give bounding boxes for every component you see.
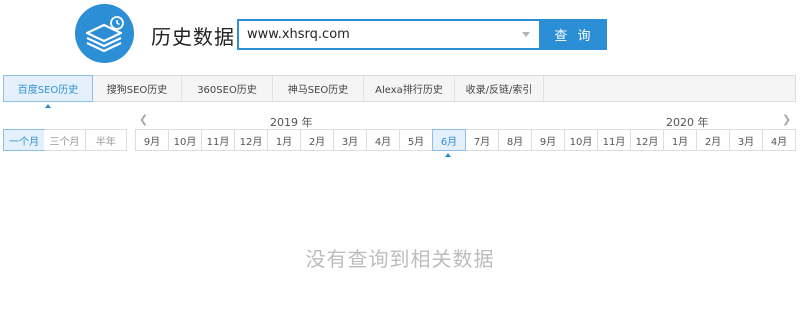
month-cell[interactable]: 9月 xyxy=(532,130,565,150)
month-cell[interactable]: 11月 xyxy=(202,130,235,150)
range-half-year[interactable]: 半年 xyxy=(85,130,126,150)
tab-360-seo[interactable]: 360SEO历史 xyxy=(182,76,273,101)
month-timeline: 9月 10月 11月 12月 1月 2月 3月 4月 5月 6月 7月 8月 9月 10月 11月 12月 1月… xyxy=(135,129,796,151)
dropdown-caret-icon[interactable] xyxy=(522,32,530,37)
range-one-month[interactable]: 一个月 xyxy=(3,129,46,151)
month-cell[interactable]: 10月 xyxy=(169,130,202,150)
month-cell[interactable]: 12月 xyxy=(235,130,268,150)
month-cell[interactable]: 9月 xyxy=(136,130,169,150)
range-three-months[interactable]: 三个月 xyxy=(44,130,86,150)
range-selector: 一个月 三个月 半年 xyxy=(3,129,127,151)
tab-baidu-seo[interactable]: 百度SEO历史 xyxy=(3,75,93,102)
month-cell[interactable]: 3月 xyxy=(334,130,367,150)
empty-message: 没有查询到相关数据 xyxy=(305,247,495,271)
active-tab-pointer xyxy=(45,104,51,108)
history-tabs: 百度SEO历史 搜狗SEO历史 360SEO历史 神马SEO历史 Alexa排行… xyxy=(3,75,796,102)
chevron-right-icon[interactable]: ❯ xyxy=(782,113,791,126)
month-cell[interactable]: 3月 xyxy=(730,130,763,150)
tab-alexa-rank[interactable]: Alexa排行历史 xyxy=(364,76,455,101)
active-month-pointer xyxy=(445,153,451,157)
month-cell[interactable]: 2月 xyxy=(697,130,730,150)
page-title: 历史数据 xyxy=(151,25,235,49)
month-cell[interactable]: 1月 xyxy=(664,130,697,150)
search-button[interactable]: 查 询 xyxy=(541,19,607,50)
month-cell[interactable]: 10月 xyxy=(565,130,598,150)
tab-sogou-seo[interactable]: 搜狗SEO历史 xyxy=(93,76,182,101)
month-cell[interactable]: 4月 xyxy=(367,130,400,150)
chevron-left-icon[interactable]: ❮ xyxy=(139,113,148,126)
month-cell[interactable]: 11月 xyxy=(598,130,631,150)
tab-index-backlinks[interactable]: 收录/反链/索引 xyxy=(455,76,544,101)
year-label-2020: 2020 年 xyxy=(666,116,709,129)
month-cell[interactable]: 7月 xyxy=(466,130,499,150)
month-cell[interactable]: 4月 xyxy=(763,130,795,150)
month-cell[interactable]: 12月 xyxy=(631,130,664,150)
logo xyxy=(75,4,134,63)
stacked-layers-clock-icon xyxy=(85,16,124,53)
search-input[interactable] xyxy=(247,21,517,48)
month-cell[interactable]: 2月 xyxy=(301,130,334,150)
search-box[interactable] xyxy=(237,19,541,50)
month-cell[interactable]: 5月 xyxy=(400,130,433,150)
month-cell[interactable]: 6月 xyxy=(432,129,466,151)
month-cell[interactable]: 8月 xyxy=(499,130,532,150)
year-label-2019: 2019 年 xyxy=(270,116,313,129)
month-cell[interactable]: 1月 xyxy=(268,130,301,150)
tab-shenma-seo[interactable]: 神马SEO历史 xyxy=(273,76,364,101)
